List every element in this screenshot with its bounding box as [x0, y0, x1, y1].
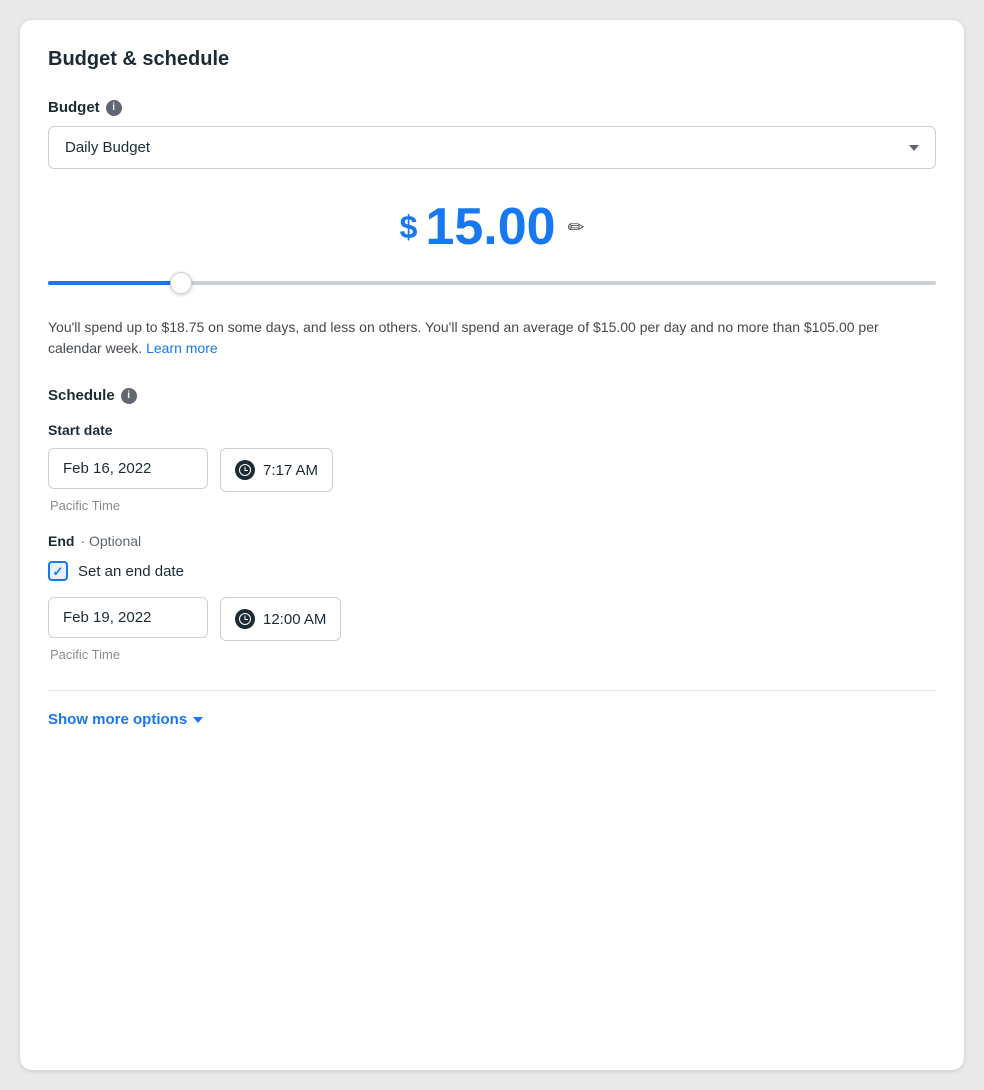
start-clock-icon	[235, 460, 255, 480]
end-date-input[interactable]: Feb 19, 2022	[48, 597, 208, 638]
start-date-input[interactable]: Feb 16, 2022	[48, 448, 208, 489]
slider-thumb[interactable]	[170, 272, 192, 294]
start-timezone-label: Pacific Time	[50, 498, 936, 513]
budget-amount-display: $ 15.00 ✏	[48, 201, 936, 253]
budget-section: Budget i Daily Budget $ 15.00 ✏ You'll s…	[48, 99, 936, 359]
dropdown-arrow-icon	[909, 145, 919, 151]
edit-budget-icon[interactable]: ✏	[568, 215, 585, 240]
start-date-label: Start date	[48, 422, 936, 438]
learn-more-link[interactable]: Learn more	[146, 340, 218, 356]
show-more-arrow-icon	[193, 717, 203, 723]
budget-info-icon[interactable]: i	[106, 100, 122, 116]
end-timezone-label: Pacific Time	[50, 647, 936, 662]
start-time-value: 7:17 AM	[263, 462, 318, 479]
optional-label: · Optional	[80, 533, 141, 549]
start-date-row: Feb 16, 2022 7:17 AM	[48, 448, 936, 492]
card-title: Budget & schedule	[48, 48, 936, 71]
budget-slider[interactable]	[48, 273, 936, 293]
end-label: End	[48, 533, 74, 549]
set-end-date-checkbox[interactable]: ✓	[48, 561, 68, 581]
schedule-info-icon[interactable]: i	[121, 388, 137, 404]
budget-label: Budget i	[48, 99, 936, 116]
bottom-divider	[48, 690, 936, 691]
set-end-date-label: Set an end date	[78, 563, 184, 580]
start-time-input[interactable]: 7:17 AM	[220, 448, 333, 492]
currency-symbol: $	[400, 209, 418, 246]
budget-note: You'll spend up to $18.75 on some days, …	[48, 317, 936, 359]
schedule-section: Schedule i Start date Feb 16, 2022 7:17 …	[48, 387, 936, 662]
budget-dropdown-value: Daily Budget	[65, 139, 150, 156]
end-date-row: Feb 19, 2022 12:00 AM	[48, 597, 936, 641]
show-more-label: Show more options	[48, 711, 187, 728]
budget-schedule-card: Budget & schedule Budget i Daily Budget …	[20, 20, 964, 1070]
budget-value: 15.00	[425, 201, 555, 253]
budget-type-dropdown[interactable]: Daily Budget	[48, 126, 936, 169]
end-label-row: End · Optional	[48, 533, 936, 549]
end-clock-icon	[235, 609, 255, 629]
set-end-date-checkbox-row[interactable]: ✓ Set an end date	[48, 561, 936, 581]
schedule-label: Schedule i	[48, 387, 936, 404]
show-more-options-button[interactable]: Show more options	[48, 711, 203, 728]
checkbox-check-icon: ✓	[53, 565, 64, 578]
slider-fill	[48, 281, 181, 285]
end-time-value: 12:00 AM	[263, 611, 326, 628]
end-time-input[interactable]: 12:00 AM	[220, 597, 341, 641]
